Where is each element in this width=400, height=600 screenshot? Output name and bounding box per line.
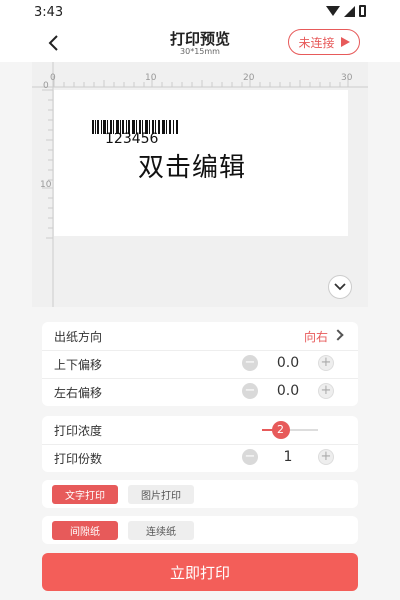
battery-icon — [359, 5, 366, 17]
barcode-text: 123456 — [105, 131, 159, 147]
status-bar: 3:43 — [0, 0, 400, 24]
copies-plus-button[interactable]: + — [318, 449, 334, 465]
print-now-button[interactable]: 立即打印 — [42, 553, 358, 591]
vertical-offset-value: 0.0 — [276, 355, 300, 371]
status-time: 3:43 — [34, 5, 64, 20]
connect-button[interactable]: 未连接 — [288, 29, 360, 55]
text-print-option[interactable]: 文字打印 — [52, 485, 118, 504]
horizontal-offset-value: 0.0 — [276, 383, 300, 399]
status-icons — [326, 5, 366, 17]
print-mode-selector: 文字打印 图片打印 — [42, 480, 358, 508]
continuous-paper-option[interactable]: 连续纸 — [128, 521, 194, 540]
horizontal-offset-minus-button[interactable]: − — [242, 383, 258, 399]
density-slider[interactable]: 2 — [262, 421, 318, 439]
copies-minus-button[interactable]: − — [242, 449, 258, 465]
gap-paper-option[interactable]: 间隙纸 — [52, 521, 118, 540]
paper-type-selector: 间隙纸 连续纸 — [42, 516, 358, 544]
wifi-icon — [326, 6, 340, 16]
paper-direction-row[interactable]: 出纸方向 向右 — [42, 322, 358, 350]
copies-row: 打印份数 − 1 + — [42, 444, 358, 472]
vertical-offset-stepper: − 0.0 + — [242, 355, 334, 371]
density-slider-knob[interactable]: 2 — [271, 421, 290, 439]
expand-button[interactable] — [328, 275, 352, 299]
label-text[interactable]: 双击编辑 — [138, 147, 246, 184]
play-icon — [340, 37, 350, 47]
paper-direction-value: 向右 — [303, 329, 328, 344]
ruler-top-label: 10 — [145, 73, 157, 83]
copies-value: 1 — [283, 449, 293, 465]
signal-icon — [344, 5, 355, 17]
vertical-offset-row: 上下偏移 − 0.0 + — [42, 350, 358, 378]
ruler-left-label: 0 — [43, 81, 49, 91]
label-canvas[interactable]: 123456 双击编辑 — [54, 90, 348, 236]
vertical-offset-plus-button[interactable]: + — [318, 355, 334, 371]
offset-settings-card: 出纸方向 向右 上下偏移 − 0.0 + 左右偏移 − 0.0 + — [42, 322, 358, 406]
ruler-top-label: 30 — [341, 73, 353, 83]
horizontal-offset-stepper: − 0.0 + — [242, 383, 334, 399]
ruler-top — [32, 76, 368, 88]
ruler-top-label: 0 — [50, 73, 56, 83]
chevron-down-icon — [334, 283, 346, 291]
image-print-option[interactable]: 图片打印 — [128, 485, 194, 504]
connect-label: 未连接 — [298, 35, 335, 50]
ruler-top-label: 20 — [243, 73, 255, 83]
print-settings-card: 打印浓度 2 打印份数 − 1 + — [42, 416, 358, 472]
vertical-offset-minus-button[interactable]: − — [242, 355, 258, 371]
horizontal-offset-row: 左右偏移 − 0.0 + — [42, 378, 358, 406]
copies-stepper: − 1 + — [242, 449, 334, 465]
ruler-left-label: 10 — [40, 180, 52, 190]
label-preview: 0 10 20 30 0 10 123456 双击编辑 — [32, 62, 368, 307]
density-row: 打印浓度 2 — [42, 416, 358, 444]
horizontal-offset-plus-button[interactable]: + — [318, 383, 334, 399]
app-header: 打印预览 30*15mm 未连接 — [0, 24, 400, 62]
